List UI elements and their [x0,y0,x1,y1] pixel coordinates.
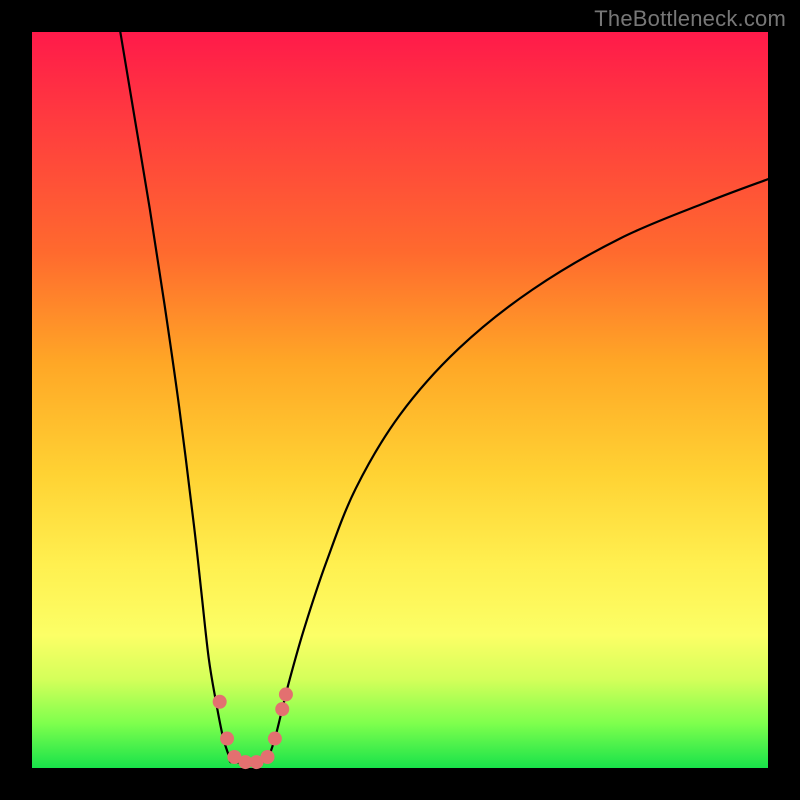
data-marker [279,687,293,701]
plot-area [32,32,768,768]
marker-group [213,687,293,769]
bottleneck-curve [120,32,768,765]
curve-layer [32,32,768,768]
data-marker [261,750,275,764]
data-marker [268,732,282,746]
watermark-text: TheBottleneck.com [594,6,786,32]
data-marker [275,702,289,716]
chart-frame: TheBottleneck.com [0,0,800,800]
data-marker [220,732,234,746]
data-marker [213,695,227,709]
